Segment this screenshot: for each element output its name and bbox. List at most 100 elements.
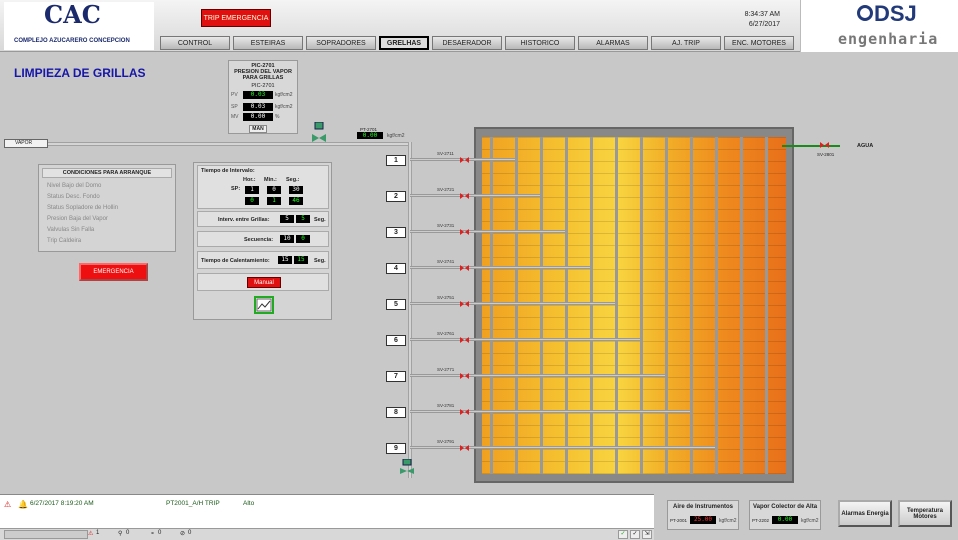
sp-row-label: SP: [231,186,241,192]
tab-historico[interactable]: HISTORICO [505,36,575,50]
interv-sp[interactable]: 5 [280,215,294,223]
pt-line-value: 0.00 [357,132,383,139]
alarm-count-disabled: 0 [188,530,192,536]
emergency-button[interactable]: EMERGENCIA [79,263,148,281]
dsj-brand: DSJ [874,1,917,26]
pv-label: PV [231,92,238,98]
air-tag: PT-2001 [670,518,688,523]
interv-pv: 5 [296,215,310,223]
boiler-tube [515,137,518,474]
air-unit: kgf/cm2 [719,518,737,524]
mode-button[interactable]: MAN [249,125,267,133]
solenoid-valve-icon[interactable] [460,445,469,451]
pic-line2: PARA GRILLAS [242,75,284,81]
solenoid-valve-icon[interactable] [460,229,469,235]
boiler-tube [640,137,643,474]
heat-sp[interactable]: 15 [278,256,292,264]
ack-icon[interactable]: ✓ [618,530,628,539]
mv-value[interactable]: 0.00 [243,113,273,121]
lance-pipe [410,302,615,305]
lance-pipe [410,410,690,413]
condition-item: Status Desc. Fondo [47,194,100,200]
sp-hr[interactable]: 1 [245,186,259,194]
tab-desaerador[interactable]: DESAERADOR [432,36,502,50]
alarm-filter-field[interactable] [4,530,88,539]
tab-alarmas[interactable]: ALARMAS [578,36,648,50]
interval-grates-box: Interv. entre Grillas: 5 5 Seg. [197,211,329,227]
solenoid-valve-icon[interactable] [460,337,469,343]
trip-emergency-button[interactable]: TRIP EMERGENCIA [201,9,271,27]
heat-pv: 15 [294,256,308,264]
solenoid-tag: SV-2731 [437,223,455,228]
tab-enc-motores[interactable]: ENC. MOTORES [724,36,794,50]
steam-main-pipe [48,142,410,146]
sp-min[interactable]: 0 [267,186,281,194]
sequence-box: Secuencia: 10 0 [197,231,329,247]
boiler-tube [565,137,568,474]
drain-valve-icon[interactable] [400,458,414,475]
lance-pipe [410,374,665,377]
dsj-brand-sub: engenharia [838,30,939,48]
bell-icon: 🔔 [18,500,28,509]
seq-sp[interactable]: 10 [280,235,294,243]
mv-label: MV [231,114,239,120]
clock: 8:34:37 AM 6/27/2017 [700,10,780,30]
alarm-count-icon: ⚠ [88,531,94,537]
solenoid-tag: SV-2781 [437,403,455,408]
vapor-label: VAPOR [4,139,48,148]
condition-item: Trip Caldeira [47,238,82,244]
alarm-count-active: 1 [96,530,100,536]
solenoid-tag: SV-2721 [437,187,455,192]
grate-number: 4 [386,263,406,274]
pv-hr: 0 [245,197,259,205]
tab-sopradores[interactable]: SOPRADORES [306,36,376,50]
trend-icon[interactable] [254,296,274,314]
water-valve-icon[interactable] [820,142,829,148]
steam-title: Vapor Colector de Alta [752,504,818,510]
clock-date: 6/27/2017 [748,21,780,28]
solenoid-valve-icon[interactable] [460,373,469,379]
solenoid-valve-icon[interactable] [460,265,469,271]
steam-tag: PT-2202 [752,518,770,523]
alarm-timestamp: 6/27/2017 8:19:20 AM [30,500,94,507]
col-hr: Hor.: [243,177,256,183]
solenoid-valve-icon[interactable] [460,157,469,163]
boiler-tube [665,137,668,474]
expand-icon[interactable]: ⇲ [642,530,652,539]
mv-unit: % [275,114,280,120]
tab-esteiras[interactable]: ESTEIRAS [233,36,303,50]
solenoid-valve-icon[interactable] [460,193,469,199]
grate-number: 7 [386,371,406,382]
control-valve-icon[interactable] [312,121,326,142]
solenoid-tag: SV-2751 [437,295,455,300]
sp-seg[interactable]: 30 [289,186,303,194]
grate-number: 1 [386,155,406,166]
sp-unit: kgf/cm2 [275,104,293,110]
tab-control[interactable]: CONTROL [160,36,230,50]
agua-label: AGUA [857,143,874,149]
solenoid-valve-icon[interactable] [460,301,469,307]
motor-temp-button[interactable]: Temperatura Motores [898,500,952,527]
solenoid-tag: SV-2791 [437,439,455,444]
air-value: 25.00 [690,516,716,524]
sp-value[interactable]: 0.03 [243,103,273,111]
solenoid-valve-icon[interactable] [460,409,469,415]
condition-item: Presion Baja del Vapor [47,216,108,222]
alarm-count-shelved: 0 [158,530,162,536]
tab-grelhas[interactable]: GRELHAS [379,36,429,50]
alarm-count-ack: 0 [126,530,130,536]
condition-item: Nivel Bajo del Domo [47,183,102,189]
boiler-tube [765,137,768,474]
warning-icon: ⚠ [4,500,12,509]
grate-number: 3 [386,227,406,238]
solenoid-tag: SV-2761 [437,331,455,336]
alarms-energy-button[interactable]: Alarmas Energia [838,500,892,527]
tab-aj-trip[interactable]: AJ. TRIP [651,36,721,50]
solenoid-tag: SV-2771 [437,367,455,372]
manual-button[interactable]: Manual [247,277,281,288]
pv-value: 0.03 [243,91,273,99]
heat-label: Tiempo de Calentamiento: [201,258,270,264]
water-valve-tag: SV-2801 [817,152,835,157]
ack-all-icon[interactable]: ✓ [630,530,640,539]
steam-unit: kgf/cm2 [801,518,819,524]
